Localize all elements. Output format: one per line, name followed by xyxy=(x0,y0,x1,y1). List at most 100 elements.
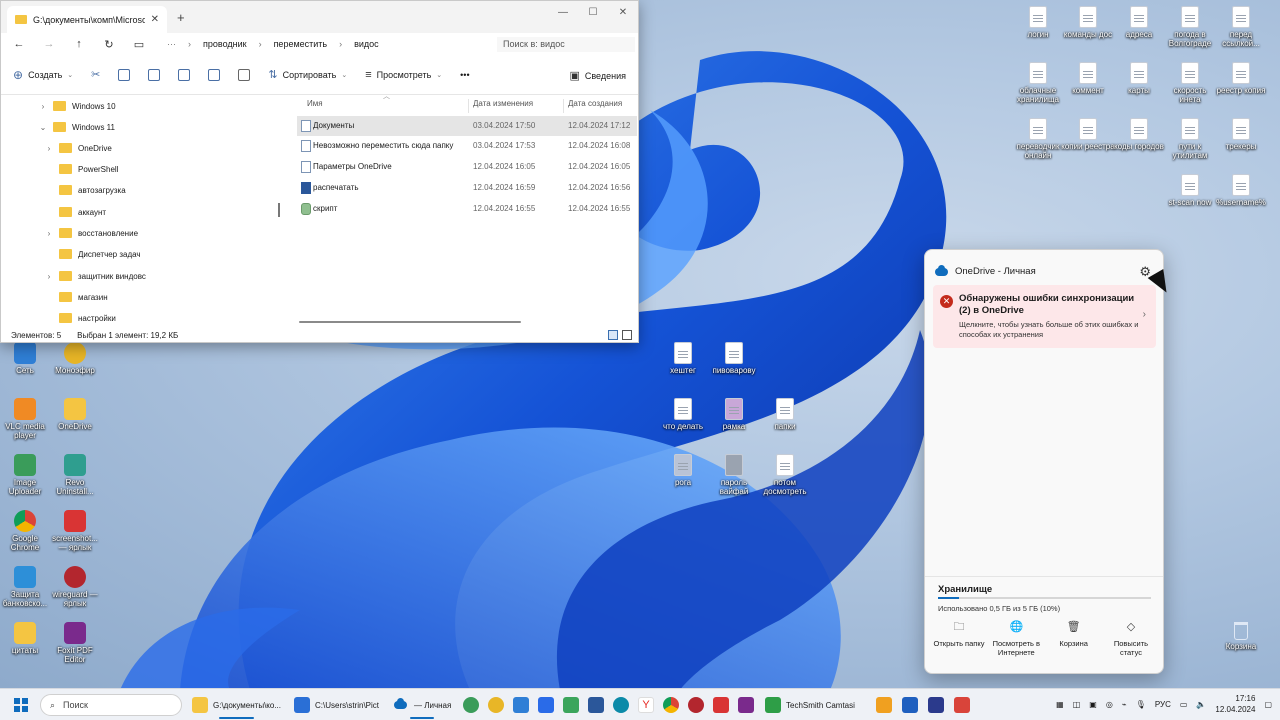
desktop-file-icon[interactable]: погода в Волгограде xyxy=(1162,6,1218,48)
desktop-shortcut-icon[interactable]: Image Uploader xyxy=(0,454,53,496)
explorer-tab[interactable]: G:\документы\комп\Microsof ✕ xyxy=(7,6,167,33)
taskbar-app-explorer[interactable]: G:\документы\ко... xyxy=(192,695,281,719)
edge-icon[interactable] xyxy=(613,697,629,713)
tree-item[interactable]: ⌄ Windows 11 xyxy=(39,117,115,137)
taskbar-search[interactable]: ⌕ Поиск xyxy=(40,694,182,716)
recycle-bin[interactable]: Корзина xyxy=(1213,622,1269,651)
details-view-icon[interactable] xyxy=(608,330,618,340)
desktop-file-icon[interactable]: облачные хранилища xyxy=(1010,62,1066,104)
view-button[interactable]: ≡ Просмотреть ⌄ xyxy=(365,69,442,81)
more-options-button[interactable]: ••• xyxy=(460,70,469,80)
network-icon[interactable]: ▭ xyxy=(1180,700,1188,709)
microphone-icon[interactable]: 🎙 xyxy=(1136,700,1146,709)
details-button[interactable]: ▣ Сведения xyxy=(569,69,626,82)
pane-splitter[interactable] xyxy=(278,203,280,217)
chevron-icon[interactable]: ⌄ xyxy=(39,123,47,132)
cut-button[interactable]: ✂ xyxy=(91,68,100,81)
desktop-shortcut-icon[interactable]: Сеть xyxy=(0,342,53,375)
monitor-icon[interactable]: ▭ xyxy=(131,38,147,51)
desktop-file-icon[interactable]: перед ссылкой... xyxy=(1213,6,1269,48)
desktop-shortcut-icon[interactable]: Моноэфир xyxy=(47,342,103,375)
chrome-icon[interactable] xyxy=(663,697,679,713)
taskbar-app-photos[interactable]: C:\Users\strin\Pict xyxy=(294,695,379,715)
tree-item[interactable]: PowerShell xyxy=(45,159,118,179)
desktop-file-icon[interactable]: рога xyxy=(655,454,711,487)
column-header-created[interactable]: Дата создания xyxy=(568,99,622,115)
desktop-file-icon[interactable]: потом досмотреть xyxy=(757,454,813,496)
taskbar-app-onedrive[interactable]: — Личная xyxy=(392,695,451,719)
desktop-shortcut-icon[interactable]: VLC media player xyxy=(0,398,53,440)
desktop-file-icon[interactable]: переводчик онлайн xyxy=(1010,118,1066,160)
app-icon[interactable] xyxy=(928,697,944,713)
desktop-file-icon[interactable]: коммент xyxy=(1060,62,1116,95)
tree-item[interactable]: Диспетчер задач xyxy=(45,244,141,264)
tree-item[interactable]: аккаунт xyxy=(45,202,106,222)
desktop-file-icon[interactable]: адреса xyxy=(1111,6,1167,39)
desktop-file-icon[interactable]: реестр копия xyxy=(1213,62,1269,95)
tray-app-icon[interactable]: ▦ xyxy=(1056,700,1064,709)
tiles-view-icon[interactable] xyxy=(622,330,632,340)
tree-item[interactable]: автозагрузка xyxy=(45,180,126,200)
desktop-file-icon[interactable]: пароль вайфай xyxy=(706,454,762,496)
rename-button[interactable] xyxy=(178,68,191,81)
chevron-icon[interactable]: › xyxy=(45,272,53,281)
upgrade-button[interactable]: ◇ Повысить статус xyxy=(1103,622,1159,658)
tray-app-icon[interactable]: ▣ xyxy=(1089,700,1097,709)
tree-item[interactable]: магазин xyxy=(45,287,108,307)
app-icon[interactable] xyxy=(876,697,892,713)
file-row[interactable]: Документы 03.04.2024 17:50 12.04.2024 17… xyxy=(297,116,637,136)
volume-icon[interactable]: 🔈 xyxy=(1196,700,1206,709)
open-folder-button[interactable]: 🗀 Открыть папку xyxy=(931,622,987,657)
column-header-modified[interactable]: Дата изменения xyxy=(473,99,533,115)
breadcrumb-item[interactable]: видос xyxy=(354,39,379,49)
app-icon[interactable] xyxy=(563,697,579,713)
tree-item[interactable]: › Windows 10 xyxy=(39,96,116,116)
desktop-shortcut-icon[interactable]: Revo Uninstall... xyxy=(47,454,103,496)
desktop-shortcut-icon[interactable]: цитаты xyxy=(0,622,53,655)
notification-icon[interactable]: ▢ xyxy=(1264,700,1272,709)
close-tab-icon[interactable]: ✕ xyxy=(151,14,159,25)
start-button[interactable] xyxy=(14,698,28,712)
share-button[interactable] xyxy=(208,68,221,81)
new-tab-icon[interactable]: + xyxy=(177,10,185,25)
file-row[interactable]: Параметры OneDrive 12.04.2024 16:05 12.0… xyxy=(297,157,637,177)
tree-item[interactable]: › защитник виндовс xyxy=(45,266,146,286)
desktop-shortcut-icon[interactable]: OneDrive xyxy=(47,398,103,431)
breadcrumb-item[interactable]: проводник xyxy=(203,39,247,49)
desktop-file-icon[interactable]: коды городов xyxy=(1111,118,1167,151)
app-icon[interactable] xyxy=(488,697,504,713)
column-divider[interactable] xyxy=(468,99,469,113)
new-button[interactable]: ⊕ Создать ⌄ xyxy=(13,68,73,82)
desktop-file-icon[interactable]: что делать xyxy=(655,398,711,431)
desktop-file-icon[interactable]: рамка xyxy=(706,398,762,431)
tree-item[interactable]: › OneDrive xyxy=(45,138,112,158)
app-icon[interactable] xyxy=(538,697,554,713)
desktop-shortcut-icon[interactable]: wireguard — ярлык xyxy=(47,566,103,608)
paste-button[interactable] xyxy=(148,68,161,81)
file-row[interactable]: скрипт 12.04.2024 16:55 12.04.2024 16:55 xyxy=(297,199,637,219)
sync-error-banner[interactable]: ✕ Обнаружены ошибки синхронизации (2) в … xyxy=(933,285,1156,348)
app-icon[interactable] xyxy=(688,697,704,713)
view-online-button[interactable]: 🌐 Посмотреть в Интернете xyxy=(988,622,1044,658)
up-icon[interactable]: ↑ xyxy=(71,38,87,50)
app-icon[interactable] xyxy=(738,697,754,713)
file-row[interactable]: Невозможно переместить сюда папку 03.04.… xyxy=(297,136,637,156)
app-icon[interactable] xyxy=(713,697,729,713)
close-icon[interactable]: ✕ xyxy=(608,1,638,23)
tray-app-icon[interactable]: ⌁ xyxy=(1122,700,1127,709)
forward-icon[interactable]: → xyxy=(41,38,57,50)
search-input[interactable]: Поиск в: видос xyxy=(497,37,635,52)
desktop-shortcut-icon[interactable]: Google Chrome xyxy=(0,510,53,552)
desktop-file-icon[interactable]: хештег xyxy=(655,342,711,375)
chevron-icon[interactable]: › xyxy=(39,102,47,111)
breadcrumb-overflow-icon[interactable]: ··· xyxy=(167,39,176,49)
breadcrumb-item[interactable]: переместить xyxy=(274,39,328,49)
taskbar-app-camtasia[interactable]: TechSmith Camtasi xyxy=(765,695,855,715)
tree-item[interactable]: настройки xyxy=(45,308,116,328)
chevron-icon[interactable]: › xyxy=(45,229,53,238)
app-icon[interactable] xyxy=(954,697,970,713)
column-header-name[interactable]: Имя xyxy=(307,99,323,115)
desktop-file-icon[interactable]: карты xyxy=(1111,62,1167,95)
desktop-file-icon[interactable]: логин xyxy=(1010,6,1066,39)
desktop-file-icon[interactable]: папки xyxy=(757,398,813,431)
